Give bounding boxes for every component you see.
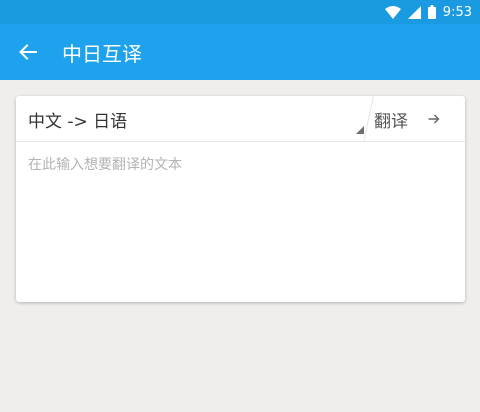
signal-icon xyxy=(407,5,421,19)
back-button[interactable] xyxy=(0,24,56,80)
arrow-right-icon xyxy=(428,113,440,125)
status-time: 9:53 xyxy=(442,4,472,20)
wifi-icon xyxy=(384,5,401,19)
translate-label: 翻译 xyxy=(374,111,408,132)
dropdown-corner-icon xyxy=(356,126,364,134)
translate-button[interactable]: 翻译 xyxy=(372,96,465,142)
translate-card: 中文 -> 日语 翻译 xyxy=(16,96,465,302)
status-bar: 9:53 xyxy=(0,0,480,24)
app-bar: 中日互译 xyxy=(0,24,480,80)
page-title: 中日互译 xyxy=(62,41,142,66)
arrow-left-icon xyxy=(19,44,37,60)
language-row: 中文 -> 日语 翻译 xyxy=(16,96,465,142)
language-pair-label: 中文 -> 日语 xyxy=(28,111,128,132)
language-pair-spinner[interactable]: 中文 -> 日语 xyxy=(16,96,366,142)
battery-icon xyxy=(427,5,436,19)
source-text-input[interactable] xyxy=(16,142,465,302)
